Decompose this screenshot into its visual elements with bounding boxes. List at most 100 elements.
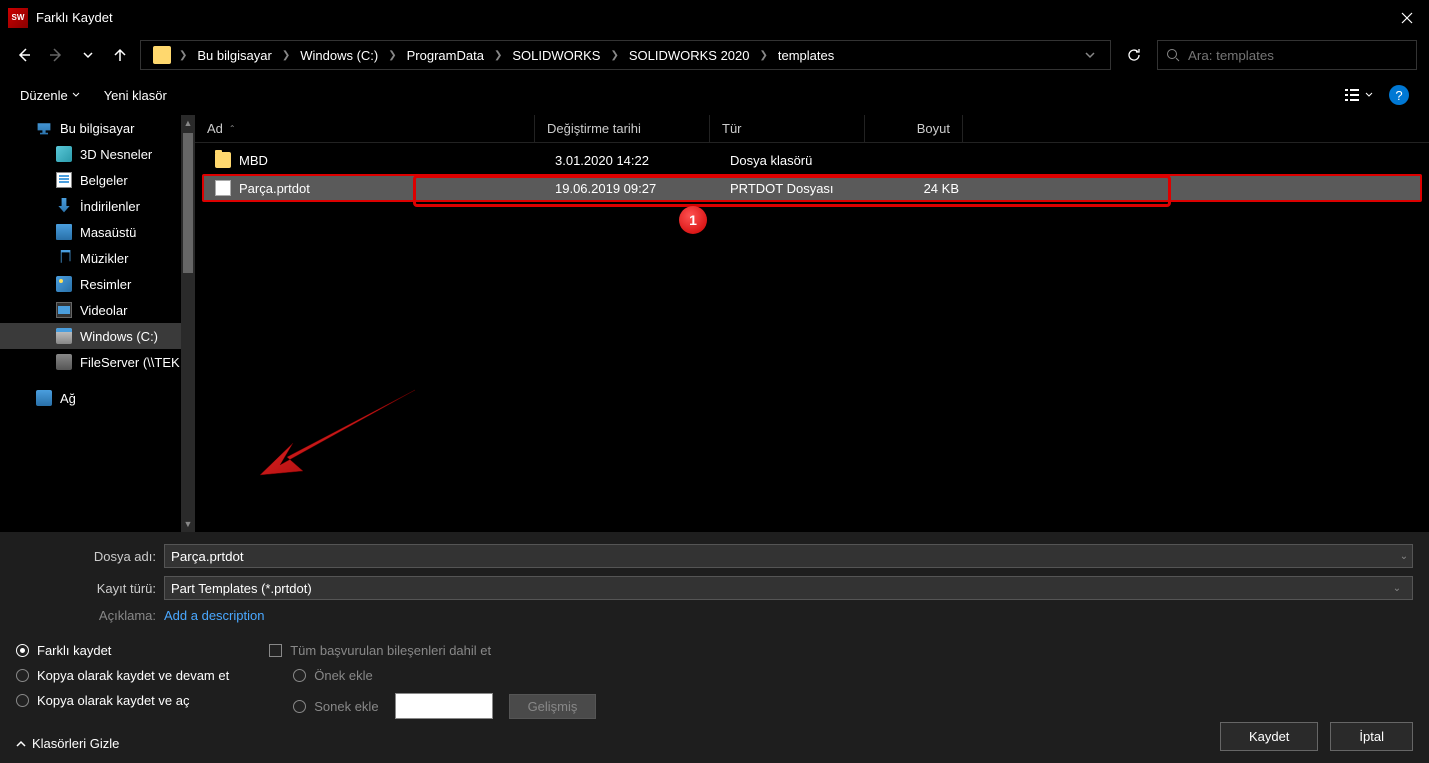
filename-input[interactable] bbox=[164, 544, 1413, 568]
bc-segment[interactable]: SOLIDWORKS bbox=[506, 46, 606, 65]
chevron-down-icon: ⌄ bbox=[1388, 583, 1406, 594]
chevron-down-icon bbox=[1365, 91, 1373, 99]
sidebar-label: Resimler bbox=[80, 277, 131, 292]
option-save-copy-open[interactable]: Kopya olarak kaydet ve aç bbox=[16, 693, 229, 708]
scroll-thumb[interactable] bbox=[183, 133, 193, 273]
3d-icon bbox=[56, 146, 72, 162]
new-folder-button[interactable]: Yeni klasör bbox=[104, 88, 167, 103]
bc-segment[interactable]: Bu bilgisayar bbox=[191, 46, 277, 65]
sidebar-item[interactable]: Bu bilgisayar bbox=[0, 115, 195, 141]
bc-segment[interactable]: ProgramData bbox=[401, 46, 490, 65]
videos-icon bbox=[56, 302, 72, 318]
file-row[interactable]: Parça.prtdot19.06.2019 09:27PRTDOT Dosya… bbox=[203, 175, 1421, 201]
folder-icon bbox=[215, 152, 231, 168]
up-button[interactable] bbox=[108, 43, 132, 67]
disk-icon bbox=[56, 328, 72, 344]
sidebar-label: Videolar bbox=[80, 303, 127, 318]
bc-segment[interactable]: SOLIDWORKS 2020 bbox=[623, 46, 756, 65]
back-button[interactable] bbox=[12, 43, 36, 67]
titlebar: SW Farklı Kaydet bbox=[0, 0, 1429, 35]
forward-button[interactable] bbox=[44, 43, 68, 67]
radio-icon bbox=[293, 669, 306, 682]
new-folder-label: Yeni klasör bbox=[104, 88, 167, 103]
sidebar-label: Windows (C:) bbox=[80, 329, 158, 344]
computer-icon bbox=[36, 120, 52, 136]
sort-indicator: ⌃ bbox=[229, 124, 236, 133]
arrow-up-icon bbox=[112, 47, 128, 63]
hide-folders-toggle[interactable]: Klasörleri Gizle bbox=[16, 736, 229, 751]
sidebar-item[interactable]: 3D Nesneler bbox=[0, 141, 195, 167]
sidebar-label: Müzikler bbox=[80, 251, 128, 266]
filetype-select[interactable]: Part Templates (*.prtdot) ⌄ bbox=[164, 576, 1413, 600]
file-type: PRTDOT Dosyası bbox=[718, 181, 873, 196]
file-list-pane: Ad⌃ Değiştirme tarihi Tür Boyut MBD3.01.… bbox=[195, 115, 1429, 532]
add-description-link[interactable]: Add a description bbox=[164, 608, 264, 623]
radio-icon bbox=[16, 694, 29, 707]
list-view-icon bbox=[1345, 88, 1363, 102]
filetype-label: Kayıt türü: bbox=[16, 581, 156, 596]
sidebar-label: Bu bilgisayar bbox=[60, 121, 134, 136]
sidebar-label: Belgeler bbox=[80, 173, 128, 188]
search-input[interactable] bbox=[1188, 48, 1408, 63]
file-icon bbox=[215, 180, 231, 196]
organize-button[interactable]: Düzenle bbox=[20, 88, 80, 103]
file-name: Parça.prtdot bbox=[239, 181, 310, 196]
view-options-button[interactable] bbox=[1345, 88, 1373, 102]
sidebar-item-network[interactable]: Ağ bbox=[0, 385, 195, 411]
nav-bar: ❯ Bu bilgisayar ❯ Windows (C:) ❯ Program… bbox=[0, 35, 1429, 75]
scroll-up-button[interactable]: ▲ bbox=[181, 115, 195, 131]
option-suffix: Sonek ekle bbox=[293, 699, 378, 714]
breadcrumb[interactable]: ❯ Bu bilgisayar ❯ Windows (C:) ❯ Program… bbox=[140, 40, 1111, 70]
dialog-body: Bu bilgisayar 3D Nesneler Belgeler İndirile… bbox=[0, 115, 1429, 532]
scroll-down-button[interactable]: ▼ bbox=[181, 516, 195, 532]
sidebar-item[interactable]: Videolar bbox=[0, 297, 195, 323]
scrollbar[interactable]: ▲ ▼ bbox=[181, 115, 195, 532]
sidebar-item[interactable]: Windows (C:) bbox=[0, 323, 195, 349]
annotation-arrow bbox=[255, 385, 425, 495]
breadcrumb-dropdown[interactable] bbox=[1078, 50, 1102, 60]
file-date: 3.01.2020 14:22 bbox=[543, 153, 718, 168]
window-title: Farklı Kaydet bbox=[36, 10, 1384, 25]
header-name[interactable]: Ad⌃ bbox=[195, 115, 535, 142]
header-date[interactable]: Değiştirme tarihi bbox=[535, 115, 710, 142]
action-buttons: Kaydet İptal bbox=[1220, 722, 1413, 751]
header-type[interactable]: Tür bbox=[710, 115, 865, 142]
filename-dropdown[interactable]: ⌄ bbox=[1395, 551, 1413, 562]
music-icon bbox=[56, 250, 72, 266]
sidebar-item[interactable]: İndirilenler bbox=[0, 193, 195, 219]
close-button[interactable] bbox=[1384, 0, 1429, 35]
desktop-icon bbox=[56, 224, 72, 240]
search-icon bbox=[1166, 48, 1180, 62]
save-button[interactable]: Kaydet bbox=[1220, 722, 1318, 751]
sidebar-item[interactable]: Belgeler bbox=[0, 167, 195, 193]
sidebar-item[interactable]: Müzikler bbox=[0, 245, 195, 271]
sidebar-item[interactable]: Resimler bbox=[0, 271, 195, 297]
suffix-input bbox=[395, 693, 493, 719]
file-row[interactable]: MBD3.01.2020 14:22Dosya klasörü bbox=[203, 147, 1421, 173]
radio-icon bbox=[16, 644, 29, 657]
option-prefix: Önek ekle bbox=[293, 668, 373, 683]
refresh-button[interactable] bbox=[1119, 40, 1149, 70]
sidebar-label: 3D Nesneler bbox=[80, 147, 152, 162]
recent-dropdown[interactable] bbox=[76, 43, 100, 67]
sidebar-item[interactable]: FileServer (\\TEK bbox=[0, 349, 195, 375]
cancel-button[interactable]: İptal bbox=[1330, 722, 1413, 751]
option-include-refs[interactable]: Tüm başvurulan bileşenleri dahil et bbox=[269, 643, 596, 658]
help-button[interactable]: ? bbox=[1389, 85, 1409, 105]
search-box[interactable] bbox=[1157, 40, 1417, 70]
sidebar-label: Ağ bbox=[60, 391, 76, 406]
bc-segment[interactable]: templates bbox=[772, 46, 840, 65]
option-save-copy-continue[interactable]: Kopya olarak kaydet ve devam et bbox=[16, 668, 229, 683]
option-save-as[interactable]: Farklı kaydet bbox=[16, 643, 229, 658]
annotation-badge: 1 bbox=[679, 206, 707, 234]
bc-segment[interactable]: Windows (C:) bbox=[294, 46, 384, 65]
chevron-right-icon: ❯ bbox=[388, 50, 396, 61]
organize-label: Düzenle bbox=[20, 88, 68, 103]
chevron-down-icon bbox=[83, 50, 93, 60]
file-list: MBD3.01.2020 14:22Dosya klasörüParça.prt… bbox=[195, 143, 1429, 207]
header-size[interactable]: Boyut bbox=[865, 115, 963, 142]
chevron-up-icon bbox=[16, 739, 26, 749]
chevron-down-icon bbox=[1085, 50, 1095, 60]
sidebar-item[interactable]: Masaüstü bbox=[0, 219, 195, 245]
folder-icon bbox=[153, 46, 171, 64]
